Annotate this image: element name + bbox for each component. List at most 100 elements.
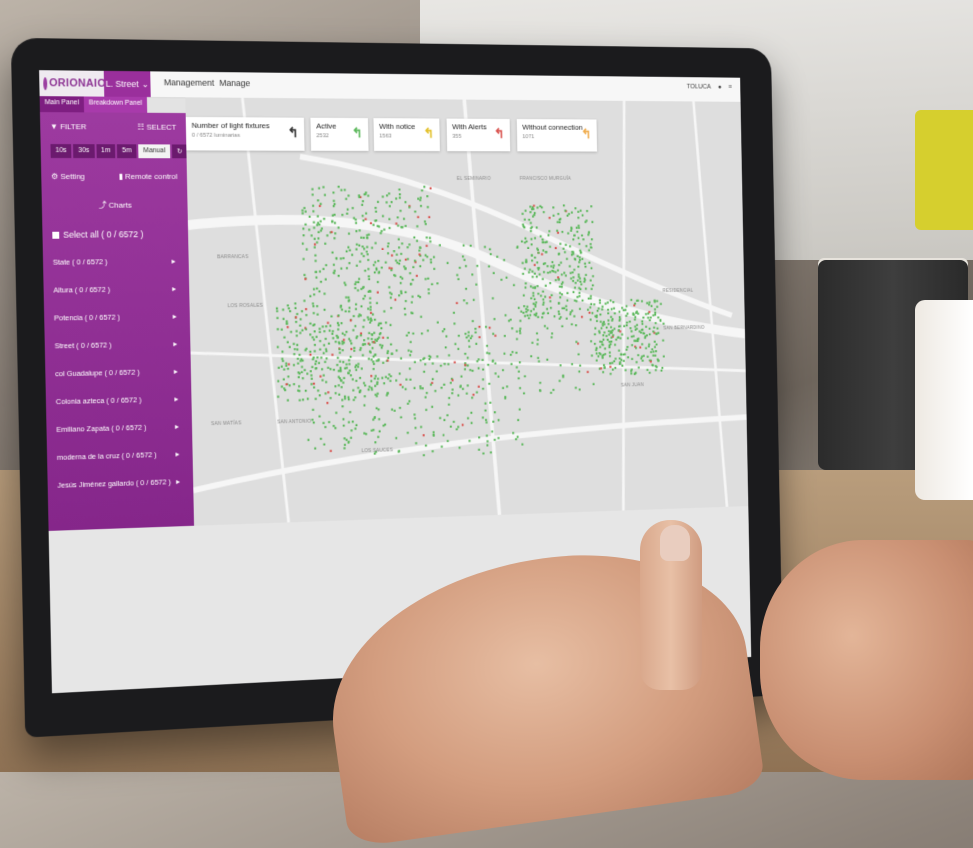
light-fixture-marker[interactable] bbox=[324, 425, 327, 429]
light-fixture-marker[interactable] bbox=[345, 330, 348, 333]
light-fixture-marker[interactable] bbox=[349, 319, 352, 322]
light-fixture-marker[interactable] bbox=[388, 286, 391, 289]
light-fixture-marker[interactable] bbox=[660, 369, 663, 372]
light-fixture-marker[interactable] bbox=[425, 244, 428, 247]
light-fixture-marker[interactable] bbox=[532, 292, 535, 295]
light-fixture-marker[interactable] bbox=[357, 281, 360, 284]
light-fixture-marker[interactable] bbox=[348, 362, 351, 366]
light-fixture-marker[interactable] bbox=[522, 272, 525, 275]
light-fixture-marker[interactable] bbox=[354, 283, 357, 286]
light-fixture-marker[interactable] bbox=[460, 375, 463, 378]
light-fixture-marker[interactable] bbox=[377, 271, 380, 274]
light-fixture-marker[interactable] bbox=[492, 332, 495, 335]
light-fixture-marker[interactable] bbox=[414, 426, 417, 429]
light-fixture-marker[interactable] bbox=[611, 368, 614, 371]
light-fixture-marker[interactable] bbox=[401, 385, 404, 389]
light-fixture-marker[interactable] bbox=[388, 205, 391, 208]
light-fixture-marker[interactable] bbox=[589, 295, 592, 298]
light-fixture-marker[interactable] bbox=[493, 411, 496, 414]
light-fixture-marker[interactable] bbox=[363, 432, 366, 435]
list-item-guadalupe[interactable]: col Guadalupe ( 0 / 6572 ) ▸ bbox=[55, 367, 177, 378]
light-fixture-marker[interactable] bbox=[382, 361, 385, 364]
light-fixture-marker[interactable] bbox=[314, 362, 317, 366]
list-item-potencia[interactable]: Potencia ( 0 / 6572 ) ▸ bbox=[54, 312, 177, 323]
list-item-zapata[interactable]: Emiliano Zapata ( 0 / 6572 ) ▸ bbox=[56, 422, 178, 434]
light-fixture-marker[interactable] bbox=[645, 334, 648, 337]
light-fixture-marker[interactable] bbox=[565, 308, 568, 311]
light-fixture-marker[interactable] bbox=[576, 255, 579, 258]
light-fixture-marker[interactable] bbox=[373, 271, 376, 274]
light-fixture-marker[interactable] bbox=[368, 278, 371, 281]
light-fixture-marker[interactable] bbox=[312, 305, 315, 308]
light-fixture-marker[interactable] bbox=[377, 435, 380, 439]
light-fixture-marker[interactable] bbox=[317, 199, 320, 202]
refresh-icon[interactable]: ↻ bbox=[171, 144, 188, 159]
light-fixture-marker[interactable] bbox=[465, 302, 468, 305]
light-fixture-marker[interactable] bbox=[358, 194, 361, 197]
light-fixture-marker[interactable] bbox=[352, 329, 355, 332]
light-fixture-marker[interactable] bbox=[482, 387, 485, 390]
light-fixture-marker[interactable] bbox=[288, 345, 291, 349]
light-fixture-marker[interactable] bbox=[554, 246, 557, 250]
light-fixture-marker[interactable] bbox=[438, 244, 441, 247]
light-fixture-marker[interactable] bbox=[299, 324, 302, 327]
light-fixture-marker[interactable] bbox=[536, 247, 539, 250]
light-fixture-marker[interactable] bbox=[443, 328, 446, 331]
light-fixture-marker[interactable] bbox=[590, 287, 593, 291]
light-fixture-marker[interactable] bbox=[484, 325, 487, 328]
light-fixture-marker[interactable] bbox=[396, 261, 399, 264]
light-fixture-marker[interactable] bbox=[313, 226, 316, 229]
light-fixture-marker[interactable] bbox=[466, 384, 469, 387]
light-fixture-marker[interactable] bbox=[571, 309, 574, 312]
light-fixture-marker[interactable] bbox=[577, 210, 580, 213]
light-fixture-marker[interactable] bbox=[419, 265, 422, 268]
light-fixture-marker[interactable] bbox=[635, 311, 638, 314]
light-fixture-marker[interactable] bbox=[325, 325, 328, 328]
light-fixture-marker[interactable] bbox=[372, 367, 375, 371]
light-fixture-marker[interactable] bbox=[424, 396, 427, 399]
light-fixture-marker[interactable] bbox=[478, 325, 481, 328]
light-fixture-marker[interactable] bbox=[630, 330, 633, 333]
light-fixture-marker[interactable] bbox=[614, 343, 617, 346]
light-fixture-marker[interactable] bbox=[655, 350, 658, 353]
light-fixture-marker[interactable] bbox=[363, 294, 366, 298]
light-fixture-marker[interactable] bbox=[489, 253, 492, 256]
light-fixture-marker[interactable] bbox=[386, 350, 389, 353]
light-fixture-marker[interactable] bbox=[343, 443, 346, 446]
light-fixture-marker[interactable] bbox=[378, 418, 381, 421]
light-fixture-marker[interactable] bbox=[389, 375, 392, 378]
light-fixture-marker[interactable] bbox=[357, 362, 360, 366]
light-fixture-marker[interactable] bbox=[313, 330, 316, 333]
light-fixture-marker[interactable] bbox=[586, 308, 589, 311]
light-fixture-marker[interactable] bbox=[578, 388, 581, 391]
light-fixture-marker[interactable] bbox=[572, 279, 575, 283]
menu-icon[interactable]: ≡ bbox=[728, 84, 732, 91]
light-fixture-marker[interactable] bbox=[654, 311, 657, 314]
light-fixture-marker[interactable] bbox=[612, 301, 615, 304]
light-fixture-marker[interactable] bbox=[361, 200, 364, 203]
light-fixture-marker[interactable] bbox=[648, 333, 651, 336]
remote-control-button[interactable]: ▮ Remote control bbox=[119, 172, 178, 181]
light-fixture-marker[interactable] bbox=[603, 366, 606, 369]
light-fixture-marker[interactable] bbox=[340, 386, 343, 389]
light-fixture-marker[interactable] bbox=[466, 356, 469, 359]
light-fixture-marker[interactable] bbox=[494, 334, 497, 337]
light-fixture-marker[interactable] bbox=[610, 308, 613, 311]
light-fixture-marker[interactable] bbox=[522, 311, 525, 314]
light-fixture-marker[interactable] bbox=[550, 391, 553, 394]
light-fixture-marker[interactable] bbox=[640, 357, 643, 360]
light-fixture-marker[interactable] bbox=[312, 288, 316, 291]
light-fixture-marker[interactable] bbox=[301, 329, 304, 332]
light-fixture-marker[interactable] bbox=[552, 264, 555, 267]
light-fixture-marker[interactable] bbox=[481, 358, 484, 362]
light-fixture-marker[interactable] bbox=[536, 285, 539, 288]
light-fixture-marker[interactable] bbox=[309, 353, 312, 356]
light-fixture-marker[interactable] bbox=[404, 299, 407, 303]
light-fixture-marker[interactable] bbox=[500, 278, 503, 281]
light-fixture-marker[interactable] bbox=[309, 370, 312, 373]
light-fixture-marker[interactable] bbox=[584, 273, 587, 277]
light-fixture-marker[interactable] bbox=[634, 339, 637, 342]
light-fixture-marker[interactable] bbox=[360, 252, 363, 255]
light-fixture-marker[interactable] bbox=[524, 237, 527, 240]
light-fixture-marker[interactable] bbox=[570, 253, 573, 256]
